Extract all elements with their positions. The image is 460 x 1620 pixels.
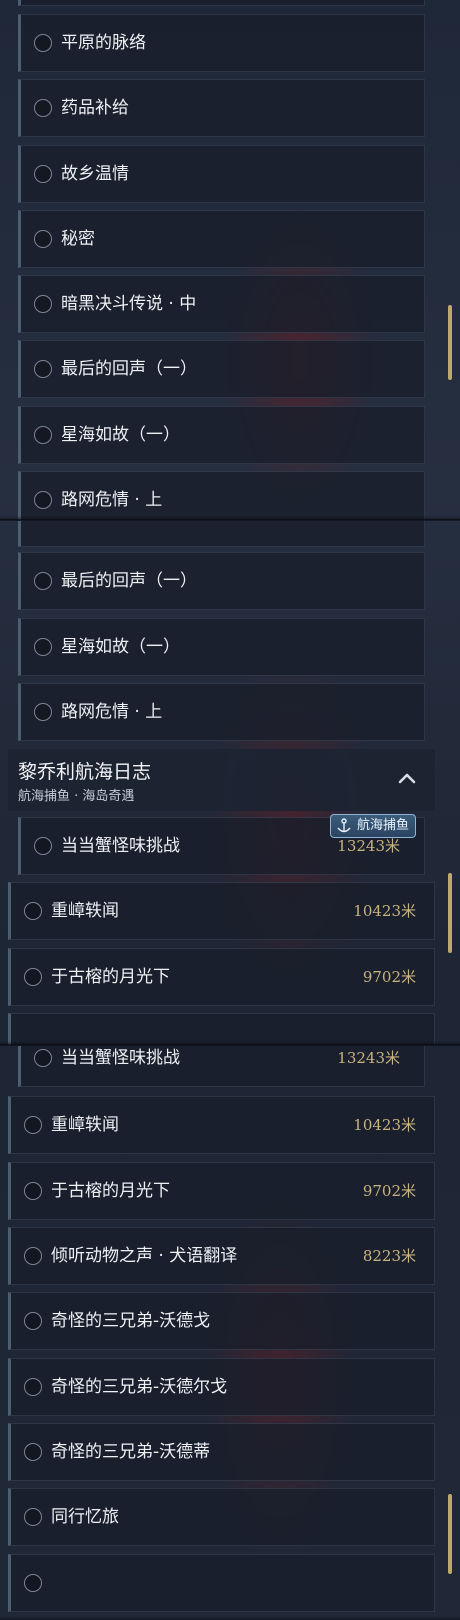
list-item[interactable]: 最后的回声（一）	[18, 340, 425, 398]
anchor-icon	[337, 818, 351, 833]
item-label: 最后的回声（一）	[61, 571, 197, 591]
item-label: 当当蟹怪味挑战	[61, 1048, 180, 1068]
item-label: 于古榕的月光下	[51, 1181, 170, 1201]
list-item[interactable]: 于古榕的月光下 9702米	[8, 948, 435, 1006]
radio-circle-icon	[34, 638, 52, 656]
radio-circle-icon	[24, 902, 42, 920]
list-item[interactable]: 秘密	[18, 210, 425, 268]
section-title: 黎乔利航海日志	[18, 761, 152, 783]
radio-circle-icon	[34, 165, 52, 183]
distance-label: 10423米	[353, 902, 416, 920]
list-item[interactable]: 重嶂轶闻 10423米	[8, 1096, 435, 1154]
list-item[interactable]: 最后的回声（一）	[18, 552, 425, 610]
radio-circle-icon	[34, 703, 52, 721]
distance-label: 13243米	[337, 1049, 400, 1067]
list-item[interactable]: 重嶂轶闻 10423米	[8, 882, 435, 940]
item-label: 平原的脉络	[61, 33, 146, 53]
list-item[interactable]	[18, 521, 425, 547]
list-item[interactable]: 奇怪的三兄弟-沃德蒂	[8, 1423, 435, 1481]
list-item[interactable]: 奇怪的三兄弟-沃德尔戈	[8, 1358, 435, 1416]
item-label: 于古榕的月光下	[51, 967, 170, 987]
list-item[interactable]: 药品补给	[18, 79, 425, 137]
section-subtitle: 航海捕鱼 · 海岛奇遇	[18, 789, 135, 804]
screenshot-segment-1: 平原的脉络 药品补给 故乡温情 秘密 暗黑决斗传说 · 中 最后的回声（一） 星…	[0, 0, 460, 520]
item-label: 奇怪的三兄弟-沃德蒂	[51, 1442, 211, 1462]
radio-circle-icon	[34, 230, 52, 248]
item-label: 暗黑决斗传说 · 中	[61, 294, 197, 314]
chevron-up-icon[interactable]	[397, 769, 417, 789]
radio-circle-icon	[24, 968, 42, 986]
distance-label: 9702米	[362, 968, 416, 986]
radio-circle-icon	[34, 426, 52, 444]
scrollbar-thumb[interactable]	[448, 1494, 452, 1574]
item-label: 秘密	[61, 229, 95, 249]
distance-label: 8223米	[362, 1247, 416, 1265]
distance-label: 10423米	[353, 1116, 416, 1134]
radio-circle-icon	[24, 1312, 42, 1330]
radio-circle-icon	[34, 837, 52, 855]
list-item[interactable]: 奇怪的三兄弟-沃德戈	[8, 1292, 435, 1350]
list-item[interactable]	[18, 0, 425, 6]
list-item[interactable]	[8, 1554, 435, 1612]
list-item[interactable]: 路网危情 · 上	[18, 683, 425, 741]
list-item[interactable]: 星海如故（一）	[18, 618, 425, 676]
radio-circle-icon	[34, 295, 52, 313]
item-label: 奇怪的三兄弟-沃德尔戈	[51, 1377, 228, 1397]
list-item[interactable]: 平原的脉络	[18, 14, 425, 72]
item-label: 故乡温情	[61, 164, 129, 184]
radio-circle-icon	[24, 1247, 42, 1265]
item-label: 路网危情 · 上	[61, 490, 163, 510]
item-label: 当当蟹怪味挑战	[61, 836, 180, 856]
item-label: 倾听动物之声 · 犬语翻译	[51, 1246, 238, 1266]
list-item[interactable]: 于古榕的月光下 9702米	[8, 1162, 435, 1220]
distance-label: 9702米	[362, 1182, 416, 1200]
list-item[interactable]: 当当蟹怪味挑战 13243米	[18, 1046, 425, 1087]
item-label: 药品补给	[61, 98, 129, 118]
screenshot-segment-2: 最后的回声（一） 星海如故（一） 路网危情 · 上 黎乔利航海日志 航海捕鱼 ·…	[0, 521, 460, 1045]
radio-circle-icon	[24, 1508, 42, 1526]
radio-circle-icon	[34, 99, 52, 117]
radio-circle-icon	[24, 1116, 42, 1134]
item-label: 星海如故（一）	[61, 637, 180, 657]
section-header[interactable]: 黎乔利航海日志 航海捕鱼 · 海岛奇遇	[8, 749, 435, 811]
item-label: 路网危情 · 上	[61, 702, 163, 722]
radio-circle-icon	[34, 360, 52, 378]
item-label: 重嶂轶闻	[51, 901, 119, 921]
radio-circle-icon	[34, 572, 52, 590]
item-label: 最后的回声（一）	[61, 359, 197, 379]
radio-circle-icon	[24, 1574, 42, 1592]
scrollbar-thumb[interactable]	[448, 873, 452, 953]
item-label: 星海如故（一）	[61, 425, 180, 445]
category-badge: 航海捕鱼	[329, 814, 416, 838]
radio-circle-icon	[34, 491, 52, 509]
radio-circle-icon	[34, 34, 52, 52]
item-label: 同行忆旅	[51, 1507, 119, 1527]
list-item[interactable]	[8, 1013, 435, 1045]
radio-circle-icon	[24, 1443, 42, 1461]
badge-label: 航海捕鱼	[356, 818, 409, 833]
radio-circle-icon	[34, 1049, 52, 1067]
list-item[interactable]: 星海如故（一）	[18, 406, 425, 464]
item-label: 重嶂轶闻	[51, 1115, 119, 1135]
list-item[interactable]: 倾听动物之声 · 犬语翻译 8223米	[8, 1227, 435, 1285]
screenshot-segment-3: 当当蟹怪味挑战 13243米 重嶂轶闻 10423米 于古榕的月光下 9702米…	[0, 1046, 460, 1620]
list-item[interactable]: 暗黑决斗传说 · 中	[18, 275, 425, 333]
scrollbar-thumb[interactable]	[448, 305, 452, 380]
radio-circle-icon	[24, 1182, 42, 1200]
list-item[interactable]: 同行忆旅	[8, 1488, 435, 1546]
radio-circle-icon	[24, 1378, 42, 1396]
list-item[interactable]: 当当蟹怪味挑战 13243米 航海捕鱼	[18, 814, 425, 875]
list-item[interactable]: 路网危情 · 上	[18, 471, 425, 520]
item-label: 奇怪的三兄弟-沃德戈	[51, 1311, 211, 1331]
list-item[interactable]: 故乡温情	[18, 145, 425, 203]
